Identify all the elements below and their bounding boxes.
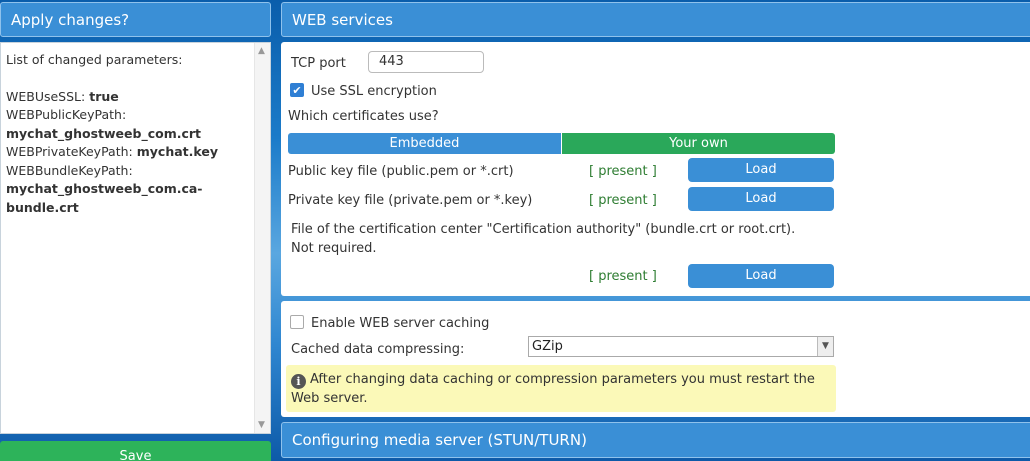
bundle-label-line1: File of the certification center "Certif… (291, 222, 796, 237)
tcp-port-label: TCP port (291, 56, 346, 71)
web-services-title: WEB services (292, 10, 393, 29)
param-value: mychat_ghostweeb_com.ca-bundle.crt (6, 181, 203, 215)
bundle-status: [ present ] (589, 269, 657, 284)
compression-select[interactable]: GZip ▼ (528, 336, 834, 357)
scroll-up-icon[interactable]: ▲ (258, 46, 265, 56)
web-services-panel: TCP port 443 Use SSL encryption Which ce… (281, 42, 1030, 296)
apply-changes-title: Apply changes? (11, 10, 130, 29)
load-public-key-button[interactable]: Load (688, 158, 834, 182)
chevron-down-icon[interactable]: ▼ (817, 337, 833, 356)
tab-embedded[interactable]: Embedded (288, 133, 561, 154)
bundle-label-line2: Not required. (291, 241, 377, 256)
private-key-status: [ present ] (589, 193, 657, 208)
use-ssl-checkbox[interactable] (290, 83, 304, 97)
save-button[interactable]: Save (0, 441, 271, 461)
apply-changes-header: Apply changes? (0, 2, 271, 37)
public-key-status: [ present ] (589, 164, 657, 179)
media-server-header[interactable]: Configuring media server (STUN/TURN) (281, 422, 1030, 458)
enable-caching-checkbox[interactable] (290, 315, 304, 329)
use-ssl-label: Use SSL encryption (311, 84, 437, 99)
media-server-title: Configuring media server (STUN/TURN) (292, 431, 587, 449)
param-value: true (89, 88, 119, 104)
tab-your-own[interactable]: Your own (562, 133, 835, 154)
public-key-label: Public key file (public.pem or *.crt) (288, 164, 514, 179)
param-name: WEBPrivateKeyPath: (6, 144, 133, 159)
param-name: WEBPublicKeyPath: (6, 107, 127, 122)
enable-caching-label: Enable WEB server caching (311, 316, 490, 331)
which-cert-label: Which certificates use? (288, 109, 439, 124)
tcp-port-value: 443 (379, 54, 404, 69)
scrollbar[interactable]: ▲ ▼ (254, 43, 270, 433)
load-bundle-button[interactable]: Load (688, 264, 834, 288)
restart-notice: i After changing data caching or compress… (286, 365, 836, 412)
scroll-down-icon[interactable]: ▼ (258, 420, 265, 430)
param-name: WEBBundleKeyPath: (6, 162, 133, 178)
web-services-header: WEB services (281, 2, 1030, 37)
notice-text: After changing data caching or compressi… (291, 372, 815, 406)
info-icon: i (291, 374, 306, 389)
param-value: mychat_ghostweeb_com.crt (6, 125, 202, 141)
compress-label: Cached data compressing: (291, 342, 465, 357)
private-key-label: Private key file (private.pem or *.key) (288, 193, 533, 208)
bundle-label: File of the certification center "Certif… (291, 220, 795, 258)
param-name: WEBUseSSL: (6, 88, 86, 104)
caching-panel: Enable WEB server caching Cached data co… (281, 301, 1030, 417)
param-item: WEBBundleKeyPath: mychat_ghostweeb_com.c… (6, 162, 251, 218)
param-item: WEBPublicKeyPath: mychat_ghostweeb_com.c… (6, 106, 251, 143)
param-item: WEBUseSSL: true (6, 88, 251, 107)
param-value: mychat.key (136, 144, 218, 159)
list-heading: List of changed parameters: (6, 52, 183, 67)
param-item: WEBPrivateKeyPath: mychat.key (6, 143, 251, 162)
load-private-key-button[interactable]: Load (688, 187, 834, 211)
changed-params-list[interactable]: List of changed parameters: WEBUseSSL: t… (0, 42, 271, 434)
tcp-port-input[interactable]: 443 (368, 51, 484, 73)
compression-value: GZip (532, 339, 563, 354)
